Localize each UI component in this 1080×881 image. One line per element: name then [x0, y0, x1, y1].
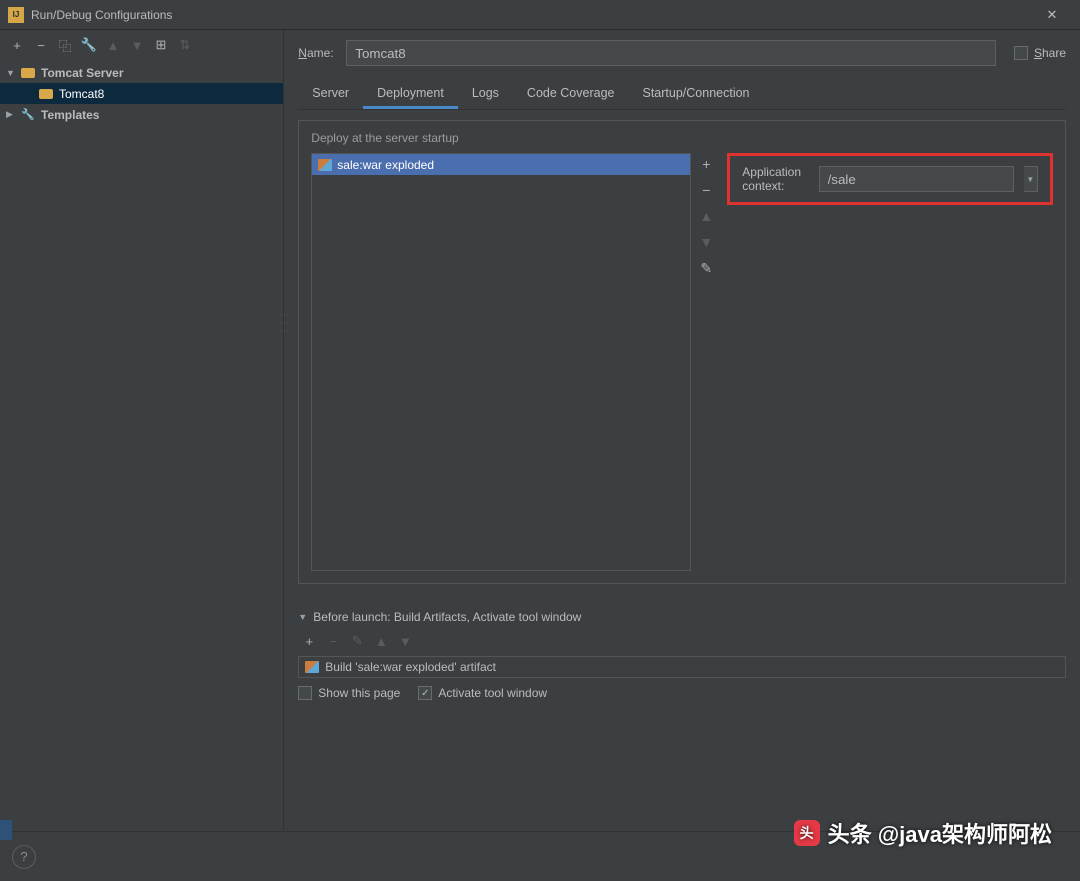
context-label: Application context:: [742, 165, 808, 193]
tab-server[interactable]: Server: [298, 80, 363, 109]
remove-icon[interactable]: −: [30, 34, 52, 56]
chevron-down-icon[interactable]: ▼: [298, 612, 307, 622]
move-up-icon: ▲: [695, 205, 717, 227]
help-icon[interactable]: ?: [12, 845, 36, 869]
titlebar: IJ Run/Debug Configurations ✕: [0, 0, 1080, 30]
sidebar: + − ⿻ 🔧 ▲ ▼ ⊞ ⇅ ▼ Tomcat Server Tomcat8 …: [0, 30, 284, 830]
before-launch-task[interactable]: Build 'sale:war exploded' artifact: [299, 657, 1065, 677]
config-tree: ▼ Tomcat Server Tomcat8 ▶ 🔧 Templates: [0, 60, 283, 127]
chevron-down-icon: ▼: [6, 68, 20, 78]
tab-startup-connection[interactable]: Startup/Connection: [628, 80, 763, 109]
task-up-icon: ▲: [370, 630, 392, 652]
artifact-item[interactable]: sale:war exploded: [312, 154, 690, 175]
deployment-section: Deploy at the server startup sale:war ex…: [298, 120, 1066, 584]
tab-deployment[interactable]: Deployment: [363, 80, 458, 109]
tabs: Server Deployment Logs Code Coverage Sta…: [298, 80, 1066, 110]
left-edge-decoration: [0, 820, 12, 840]
before-launch-section: ▼ Before launch: Build Artifacts, Activa…: [298, 610, 1066, 700]
tab-logs[interactable]: Logs: [458, 80, 513, 109]
remove-task-icon: −: [322, 630, 344, 652]
add-icon[interactable]: +: [6, 34, 28, 56]
share-checkbox[interactable]: Share: [1014, 46, 1066, 60]
tree-node-tomcat-server[interactable]: ▼ Tomcat Server: [0, 62, 283, 83]
close-icon[interactable]: ✕: [1032, 1, 1072, 29]
artifact-icon: [305, 661, 319, 673]
content-panel: ⋮⋮⋮ Name: Share Server Deployment Logs C…: [284, 30, 1080, 830]
add-artifact-icon[interactable]: +: [695, 153, 717, 175]
context-input[interactable]: [819, 166, 1014, 192]
wrench-icon: 🔧: [20, 108, 36, 122]
checkbox-icon: ✓: [418, 686, 432, 700]
show-this-page-checkbox[interactable]: Show this page: [298, 686, 400, 700]
tree-node-tomcat8[interactable]: Tomcat8: [0, 83, 283, 104]
name-input[interactable]: [346, 40, 996, 66]
before-launch-title: Before launch: Build Artifacts, Activate…: [313, 610, 581, 624]
tomcat-icon: [38, 87, 54, 101]
remove-artifact-icon[interactable]: −: [695, 179, 717, 201]
app-icon: IJ: [8, 7, 24, 23]
splitter-handle[interactable]: ⋮⋮⋮: [278, 310, 289, 334]
tree-node-templates[interactable]: ▶ 🔧 Templates: [0, 104, 283, 125]
edit-task-icon: ✎: [346, 630, 368, 652]
artifact-icon: [318, 159, 332, 171]
edit-artifact-icon[interactable]: ✎: [695, 257, 717, 279]
down-icon: ▼: [126, 34, 148, 56]
move-down-icon: ▼: [695, 231, 717, 253]
name-label: Name:: [298, 46, 346, 60]
copy-icon[interactable]: ⿻: [54, 34, 76, 56]
window-title: Run/Debug Configurations: [31, 8, 1032, 22]
chevron-right-icon: ▶: [6, 109, 20, 120]
tomcat-icon: [20, 66, 36, 80]
up-icon: ▲: [102, 34, 124, 56]
task-down-icon: ▼: [394, 630, 416, 652]
checkbox-icon: [1014, 46, 1028, 60]
application-context-group: Application context: ▼: [727, 153, 1053, 205]
tab-code-coverage[interactable]: Code Coverage: [513, 80, 629, 109]
deploy-heading: Deploy at the server startup: [311, 131, 1053, 145]
artifact-list[interactable]: sale:war exploded: [311, 153, 691, 571]
settings-icon[interactable]: 🔧: [78, 34, 100, 56]
activate-tool-window-checkbox[interactable]: ✓ Activate tool window: [418, 686, 547, 700]
context-dropdown-icon[interactable]: ▼: [1024, 166, 1038, 192]
dialog-footer: ?: [0, 831, 1080, 881]
sort-icon: ⇅: [174, 34, 196, 56]
add-task-icon[interactable]: +: [298, 630, 320, 652]
checkbox-icon: [298, 686, 312, 700]
before-launch-list[interactable]: Build 'sale:war exploded' artifact: [298, 656, 1066, 678]
folder-icon[interactable]: ⊞: [150, 34, 172, 56]
config-toolbar: + − ⿻ 🔧 ▲ ▼ ⊞ ⇅: [0, 30, 283, 60]
